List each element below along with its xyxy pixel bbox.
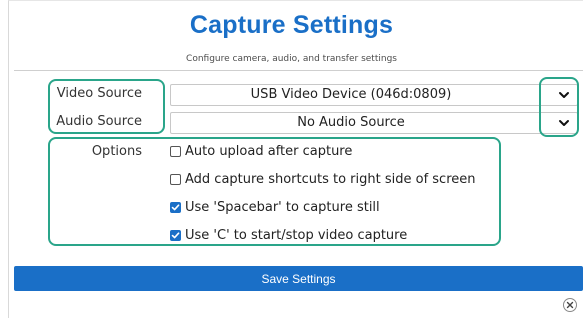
video-source-select[interactable]: USB Video Device (046d:0809) [170,84,578,106]
save-settings-button[interactable]: Save Settings [14,266,583,291]
close-icon [566,301,574,309]
page-subtitle: Configure camera, audio, and transfer se… [186,54,397,64]
video-source-value: USB Video Device (046d:0809) [250,87,452,102]
highlight-dropdown-arrows [539,77,579,137]
highlight-options [48,137,501,246]
audio-source-value: No Audio Source [297,115,405,130]
highlight-source-labels [48,79,165,134]
close-button[interactable] [563,298,577,312]
audio-source-select[interactable]: No Audio Source [170,112,578,134]
page-title: Capture Settings [189,11,394,39]
header-divider [14,70,583,71]
